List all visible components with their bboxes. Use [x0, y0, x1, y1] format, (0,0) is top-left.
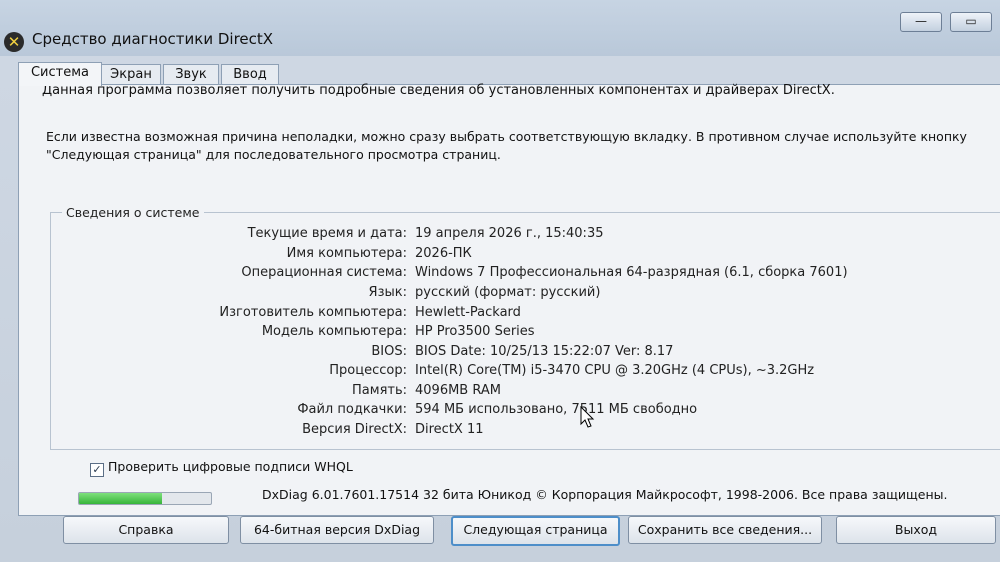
mouse-cursor-icon — [580, 406, 595, 428]
tab-input[interactable]: Ввод — [221, 64, 279, 85]
info-label: Изготовитель компьютера: — [219, 305, 407, 320]
info-value: русский (формат: русский) — [415, 285, 601, 300]
save-all-button[interactable]: Сохранить все сведения... — [628, 516, 822, 544]
directx-icon: ✕ — [4, 32, 24, 52]
dxdiag-window: ✕ Средство диагностики DirectX — ▭ Систе… — [0, 0, 1000, 562]
progress-bar — [78, 492, 212, 505]
info-label: Файл подкачки: — [297, 402, 407, 417]
tab-system[interactable]: Система — [18, 62, 102, 86]
tab-sound[interactable]: Звук — [163, 64, 219, 85]
info-value: DirectX 11 — [415, 422, 484, 437]
whql-label: Проверить цифровые подписи WHQL — [107, 459, 353, 474]
hint-text: Если известна возможная причина неполадк… — [46, 129, 967, 162]
info-label: Версия DirectX: — [302, 422, 407, 437]
info-value: 4096MB RAM — [415, 383, 501, 398]
info-label: Имя компьютера: — [286, 246, 407, 261]
info-label: Память: — [352, 383, 407, 398]
tab-display[interactable]: Экран — [101, 64, 161, 85]
minimize-button[interactable]: — — [900, 12, 942, 32]
info-label: Язык: — [368, 285, 407, 300]
whql-checkbox-row[interactable]: ✓ Проверить цифровые подписи WHQL — [90, 459, 353, 477]
dxdiag64-button[interactable]: 64-битная версия DxDiag — [240, 516, 434, 544]
info-label: Операционная система: — [241, 265, 407, 280]
info-value: BIOS Date: 10/25/13 15:22:07 Ver: 8.17 — [415, 344, 674, 359]
info-value: 19 апреля 2026 г., 15:40:35 — [415, 226, 604, 241]
info-label: Процессор: — [329, 363, 407, 378]
info-value: Intel(R) Core(TM) i5-3470 CPU @ 3.20GHz … — [415, 363, 815, 378]
window-title: Средство диагностики DirectX — [32, 30, 274, 48]
exit-button[interactable]: Выход — [836, 516, 996, 544]
info-value: Windows 7 Профессиональная 64-разрядная … — [415, 265, 848, 280]
title-bar: ✕ Средство диагностики DirectX — ▭ — [0, 0, 1000, 56]
info-value: 594 МБ использовано, 7511 МБ свободно — [415, 402, 698, 417]
info-label: Модель компьютера: — [261, 324, 407, 339]
help-button[interactable]: Справка — [63, 516, 229, 544]
group-title: Сведения о системе — [62, 205, 204, 220]
whql-checkbox[interactable]: ✓ — [90, 463, 104, 477]
version-copyright-text: DxDiag 6.01.7601.17514 32 бита Юникод © … — [262, 487, 948, 502]
info-value: 2026-ПК — [415, 246, 472, 261]
info-value: HP Pro3500 Series — [415, 324, 535, 339]
info-label: BIOS: — [371, 344, 407, 359]
info-value: Hewlett-Packard — [415, 305, 521, 320]
info-label: Текущие время и дата: — [247, 226, 407, 241]
maximize-button[interactable]: ▭ — [950, 12, 992, 32]
progress-fill — [79, 493, 163, 504]
next-page-button[interactable]: Следующая страница — [451, 516, 620, 546]
intro-text: Данная программа позволяет получить подр… — [42, 83, 835, 98]
